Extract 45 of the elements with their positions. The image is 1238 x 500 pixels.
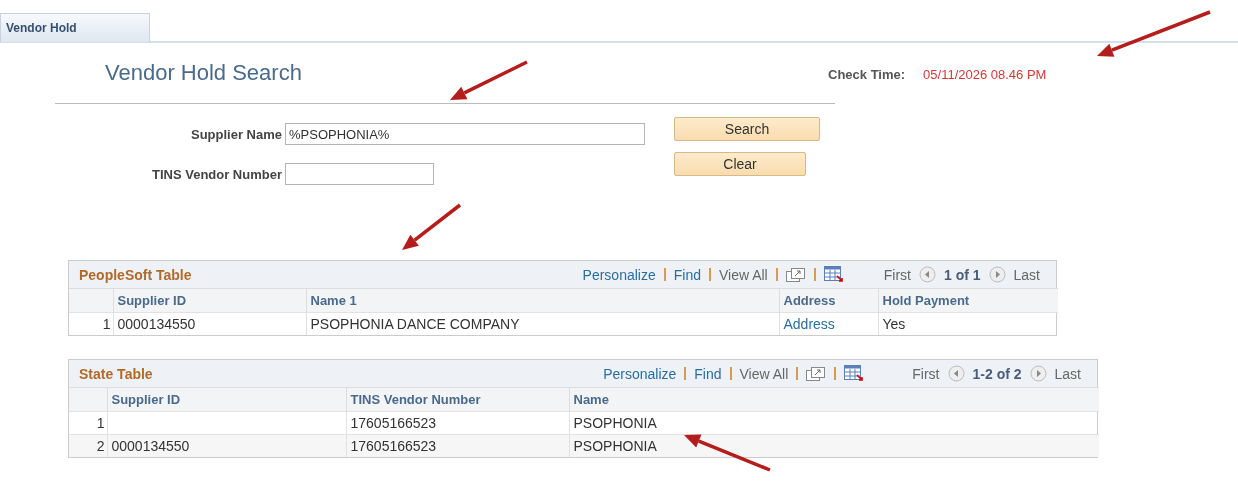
grid-title: PeopleSoft Table [79,266,193,283]
popout-icon[interactable] [785,267,806,282]
row-range: 1-2 of 2 [972,365,1022,382]
find-link[interactable]: Find [673,266,701,283]
column-header: Supplier ID [113,288,306,313]
column-header: Supplier ID [107,387,346,412]
find-link[interactable]: Find [694,365,722,382]
input-field[interactable] [285,163,434,185]
check-time-value: 05/11/2026 08.46 PM [923,67,1047,82]
column-header: Address [779,288,878,313]
download-grid-icon[interactable] [823,266,844,283]
table-cell: 0000134550 [113,312,306,335]
field-label: Supplier Name [189,126,283,142]
clear-button[interactable]: Clear [674,152,806,176]
personalize-link[interactable]: Personalize [603,365,677,382]
first-link[interactable]: First [883,266,911,283]
row-range: 1 of 1 [943,266,981,283]
search-button[interactable]: Search [674,117,820,141]
first-link[interactable]: First [912,365,940,382]
column-header: Name [569,387,1099,412]
download-grid-icon[interactable] [844,365,865,382]
table-cell: Yes [878,312,1058,335]
last-link[interactable]: Last [1013,266,1040,283]
tab[interactable]: Vendor Hold [0,13,150,42]
table-cell: PSOPHONIA [569,434,1099,457]
view-all-link[interactable]: View All [718,266,768,283]
field-label: TINS Vendor Number [150,166,283,182]
last-link[interactable]: Last [1054,365,1081,382]
column-header: Hold Payment [878,288,1058,313]
address-link[interactable]: Address [779,312,878,335]
table-cell: 17605166523 [346,434,569,457]
personalize-link[interactable]: Personalize [582,266,656,283]
column-header: Name 1 [306,288,779,313]
annotation-arrow [402,203,462,250]
check-time-label: Check Time: [828,67,906,82]
view-all-link[interactable]: View All [739,365,789,382]
row-number: 2 [69,434,107,457]
input-field[interactable]: %PSOPHONIA% [285,123,645,145]
table-cell: PSOPHONIA DANCE COMPANY [306,312,779,335]
table-cell: 0000134550 [107,434,346,457]
grid-title: State Table [79,365,154,382]
row-number: 1 [69,312,113,335]
page-title: Vendor Hold Search [105,60,302,86]
column-header: TINS Vendor Number [346,387,569,412]
popout-icon[interactable] [806,366,827,381]
